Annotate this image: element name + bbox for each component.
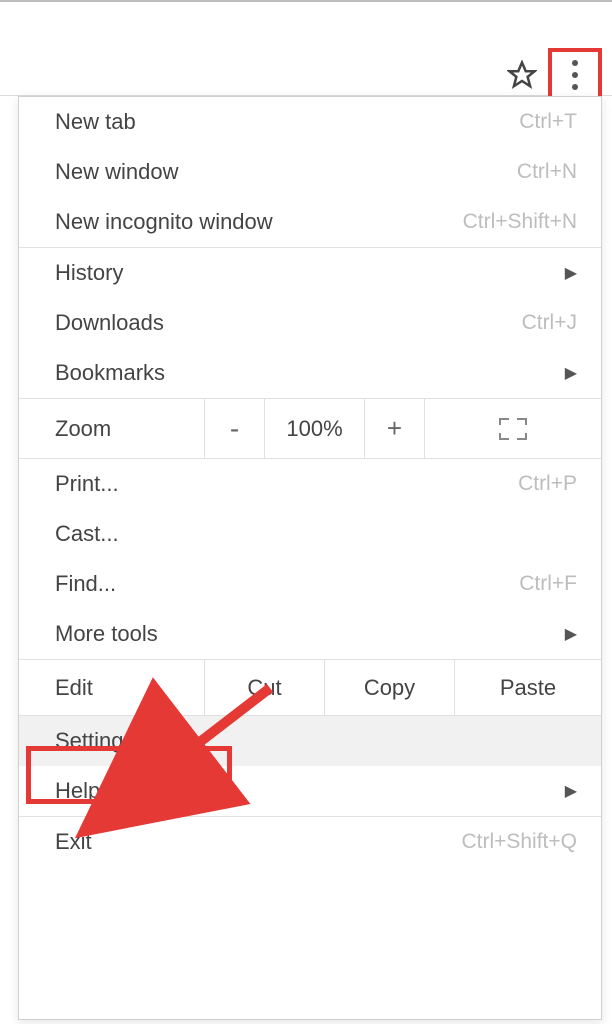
menu-item-label: Find... <box>55 571 519 597</box>
menu-item-label: Help <box>55 778 557 804</box>
menu-item-settings[interactable]: Settings <box>19 716 601 766</box>
edit-label: Edit <box>19 660 205 715</box>
zoom-out-button[interactable]: - <box>205 399 265 458</box>
chevron-right-icon: ▶ <box>565 624 577 644</box>
zoom-percent: 100% <box>265 399 365 458</box>
fullscreen-icon <box>499 418 527 440</box>
menu-section-tabs: New tab Ctrl+T New window Ctrl+N New inc… <box>19 97 601 248</box>
menu-zoom-row: Zoom - 100% + <box>19 399 601 459</box>
menu-item-help[interactable]: Help ▶ <box>19 766 601 816</box>
menu-item-label: Downloads <box>55 310 522 336</box>
browser-toolbar <box>0 0 612 96</box>
chevron-right-icon: ▶ <box>565 781 577 801</box>
zoom-label: Zoom <box>19 399 205 458</box>
edit-paste-button[interactable]: Paste <box>455 660 601 715</box>
menu-item-label: Cast... <box>55 521 577 547</box>
menu-section-settings: Settings Help ▶ <box>19 716 601 817</box>
menu-item-label: More tools <box>55 621 557 647</box>
chevron-right-icon: ▶ <box>565 363 577 383</box>
menu-item-more-tools[interactable]: More tools ▶ <box>19 609 601 659</box>
menu-item-label: Print... <box>55 471 518 497</box>
menu-section-tools: Print... Ctrl+P Cast... Find... Ctrl+F M… <box>19 459 601 660</box>
zoom-in-button[interactable]: + <box>365 399 425 458</box>
menu-item-label: New incognito window <box>55 209 463 235</box>
browser-menu-dropdown: New tab Ctrl+T New window Ctrl+N New inc… <box>18 96 602 1020</box>
menu-edit-row: Edit Cut Copy Paste <box>19 660 601 716</box>
menu-item-shortcut: Ctrl+Shift+N <box>463 210 577 234</box>
menu-item-exit[interactable]: Exit Ctrl+Shift+Q <box>19 817 601 867</box>
menu-item-print[interactable]: Print... Ctrl+P <box>19 459 601 509</box>
menu-item-shortcut: Ctrl+F <box>519 572 577 596</box>
menu-item-bookmarks[interactable]: Bookmarks ▶ <box>19 348 601 398</box>
browser-menu-button[interactable] <box>548 48 602 102</box>
menu-item-cast[interactable]: Cast... <box>19 509 601 559</box>
menu-item-new-tab[interactable]: New tab Ctrl+T <box>19 97 601 147</box>
menu-item-find[interactable]: Find... Ctrl+F <box>19 559 601 609</box>
menu-item-new-window[interactable]: New window Ctrl+N <box>19 147 601 197</box>
edit-cut-button[interactable]: Cut <box>205 660 325 715</box>
menu-item-label: New tab <box>55 109 519 135</box>
menu-item-label: History <box>55 260 557 286</box>
menu-section-history: History ▶ Downloads Ctrl+J Bookmarks ▶ <box>19 248 601 399</box>
menu-item-shortcut: Ctrl+P <box>518 472 577 496</box>
bookmark-star-icon[interactable] <box>504 57 540 93</box>
menu-item-downloads[interactable]: Downloads Ctrl+J <box>19 298 601 348</box>
menu-item-shortcut: Ctrl+T <box>519 110 577 134</box>
edit-copy-button[interactable]: Copy <box>325 660 455 715</box>
fullscreen-button[interactable] <box>425 399 601 458</box>
chevron-right-icon: ▶ <box>565 263 577 283</box>
menu-item-history[interactable]: History ▶ <box>19 248 601 298</box>
menu-item-label: Exit <box>55 829 461 855</box>
menu-item-shortcut: Ctrl+Shift+Q <box>461 830 577 854</box>
more-vert-icon <box>572 60 578 90</box>
menu-item-new-incognito[interactable]: New incognito window Ctrl+Shift+N <box>19 197 601 247</box>
menu-item-label: Settings <box>55 728 577 754</box>
menu-item-label: New window <box>55 159 517 185</box>
menu-item-shortcut: Ctrl+N <box>517 160 577 184</box>
menu-item-label: Bookmarks <box>55 360 557 386</box>
menu-item-shortcut: Ctrl+J <box>522 311 577 335</box>
menu-section-exit: Exit Ctrl+Shift+Q <box>19 817 601 867</box>
